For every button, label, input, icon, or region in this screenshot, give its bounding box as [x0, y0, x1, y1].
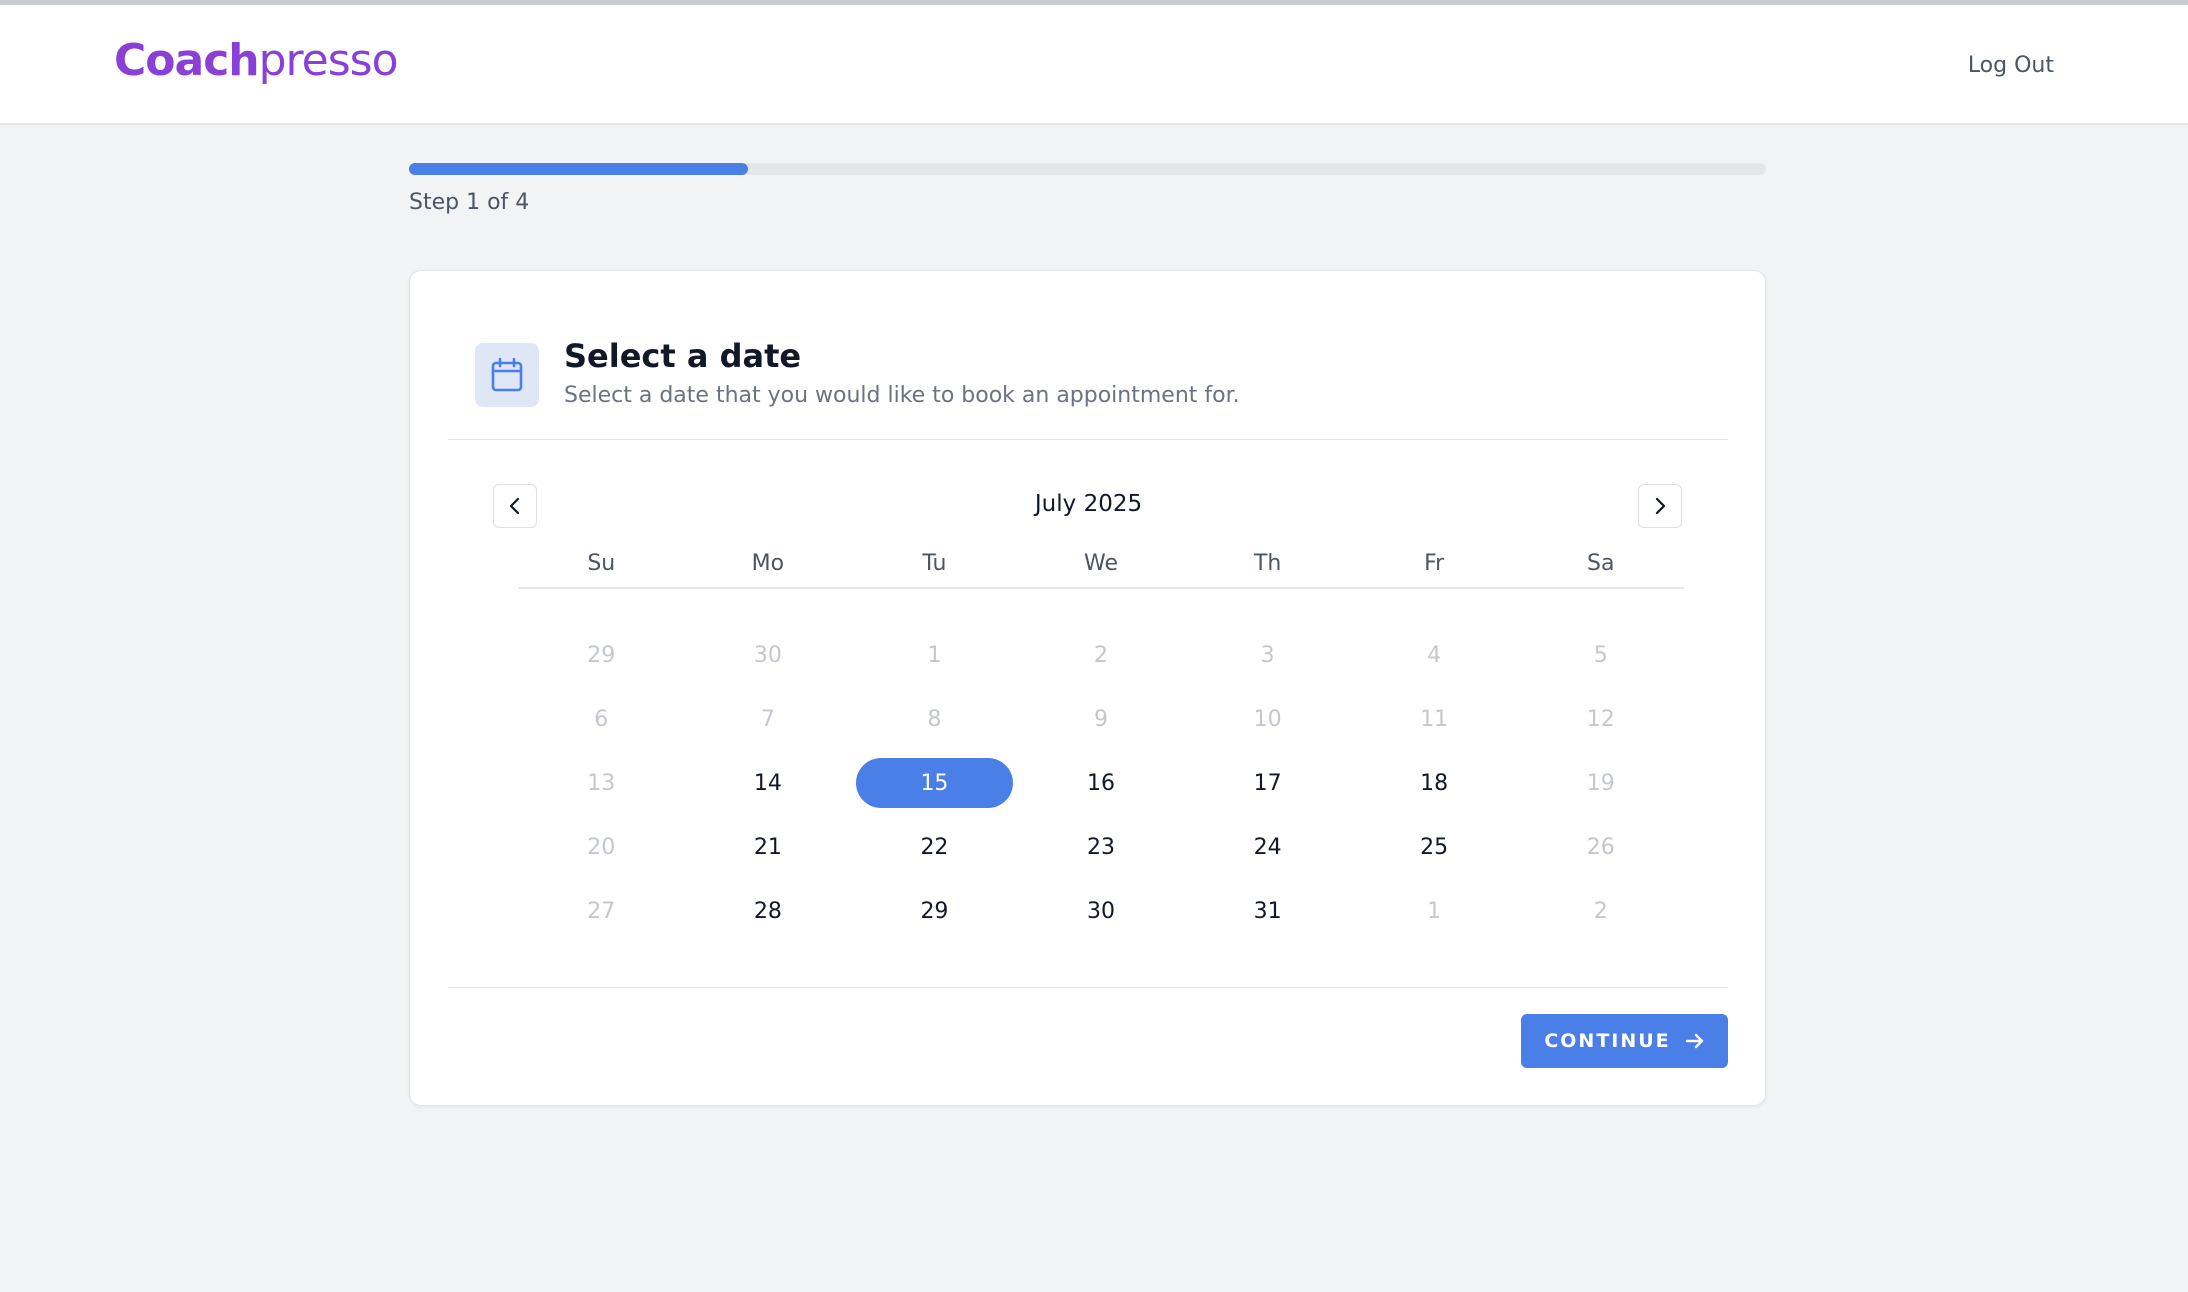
calendar-day[interactable]: 22: [856, 822, 1013, 872]
calendar-day: 30: [753, 642, 782, 668]
continue-button[interactable]: CONTINUE: [1521, 1014, 1728, 1068]
weekday-label: Mo: [751, 551, 785, 576]
date-selection-card: Select a date Select a date that you wou…: [409, 270, 1766, 1106]
calendar-day: 7: [760, 706, 775, 732]
calendar-day: 5: [1593, 642, 1608, 668]
calendar-day[interactable]: 23: [1023, 822, 1180, 872]
top-header: Coachpresso Log Out: [0, 5, 2188, 125]
weekday-label: Th: [1253, 551, 1282, 576]
calendar-day[interactable]: 24: [1189, 822, 1346, 872]
calendar-day-selected[interactable]: 15: [856, 758, 1013, 808]
calendar-day[interactable]: 17: [1189, 758, 1346, 808]
calendar-day: 2: [1593, 898, 1608, 924]
step-indicator: Step 1 of 4: [409, 190, 530, 215]
next-month-button[interactable]: [1638, 484, 1682, 528]
logo-text-bold: Coach: [114, 35, 260, 86]
calendar-icon: [475, 343, 539, 407]
calendar-day: 1: [927, 642, 942, 668]
weekday-label: We: [1084, 551, 1119, 576]
calendar-day: 29: [587, 642, 616, 668]
calendar-day: 1: [1427, 898, 1442, 924]
chevron-right-icon: [1655, 497, 1666, 515]
calendar-day: 19: [1586, 770, 1615, 796]
calendar-day[interactable]: 25: [1356, 822, 1513, 872]
logo-text-regular: presso: [258, 35, 399, 86]
calendar-day[interactable]: 29: [856, 886, 1013, 936]
card-subtitle: Select a date that you would like to boo…: [564, 383, 1240, 408]
calendar-day[interactable]: 16: [1023, 758, 1180, 808]
calendar-day: 13: [587, 770, 616, 796]
month-label: July 2025: [1034, 491, 1143, 517]
calendar-day: 11: [1420, 706, 1449, 732]
continue-label: CONTINUE: [1544, 1030, 1671, 1052]
weekday-header-row: Su Mo Tu We Th Fr Sa: [518, 551, 1684, 589]
calendar-day: 4: [1427, 642, 1442, 668]
header-divider: [448, 439, 1728, 440]
calendar-week-row: 29 30 1 2 3 4 5: [518, 623, 1684, 687]
weekday-label: Fr: [1424, 551, 1445, 576]
calendar-day[interactable]: 31: [1189, 886, 1346, 936]
weekday-label: Tu: [922, 551, 947, 576]
calendar-day: 26: [1586, 834, 1615, 860]
calendar-day: 20: [587, 834, 616, 860]
calendar-day[interactable]: 30: [1023, 886, 1180, 936]
logout-link[interactable]: Log Out: [1968, 53, 2054, 78]
calendar-day: 27: [587, 898, 616, 924]
calendar-day: 6: [594, 706, 609, 732]
calendar-week-row: 20 21 22 23 24 25 26: [518, 815, 1684, 879]
calendar-day[interactable]: 14: [690, 758, 847, 808]
progress-bar-fill: [409, 163, 749, 175]
calendar-week-row: 27 28 29 30 31 1 2: [518, 879, 1684, 943]
calendar-day: 8: [927, 706, 942, 732]
calendar-day: 2: [1094, 642, 1109, 668]
weekday-label: Su: [587, 551, 616, 576]
calendar-week-row: 6 7 8 9 10 11 12: [518, 687, 1684, 751]
coachpresso-logo[interactable]: Coachpresso: [114, 35, 399, 86]
calendar-day[interactable]: 28: [690, 886, 847, 936]
calendar-day[interactable]: 18: [1356, 758, 1513, 808]
calendar-day: 3: [1260, 642, 1275, 668]
weekday-label: Sa: [1587, 551, 1615, 576]
calendar-week-row: 13 14 15 16 17 18 19: [518, 751, 1684, 815]
calendar-grid: 29 30 1 2 3 4 5 6 7 8 9 10 11 12 13 14 15 16 17 18 19 20 21 22 2…: [518, 623, 1684, 943]
arrow-right-icon: [1685, 1033, 1703, 1049]
calendar-day: 9: [1094, 706, 1109, 732]
progress-bar: [409, 163, 1766, 175]
calendar-day[interactable]: 21: [690, 822, 847, 872]
calendar-day: 10: [1253, 706, 1282, 732]
footer-divider: [448, 987, 1728, 988]
card-title: Select a date: [564, 337, 802, 375]
calendar-day: 12: [1586, 706, 1615, 732]
